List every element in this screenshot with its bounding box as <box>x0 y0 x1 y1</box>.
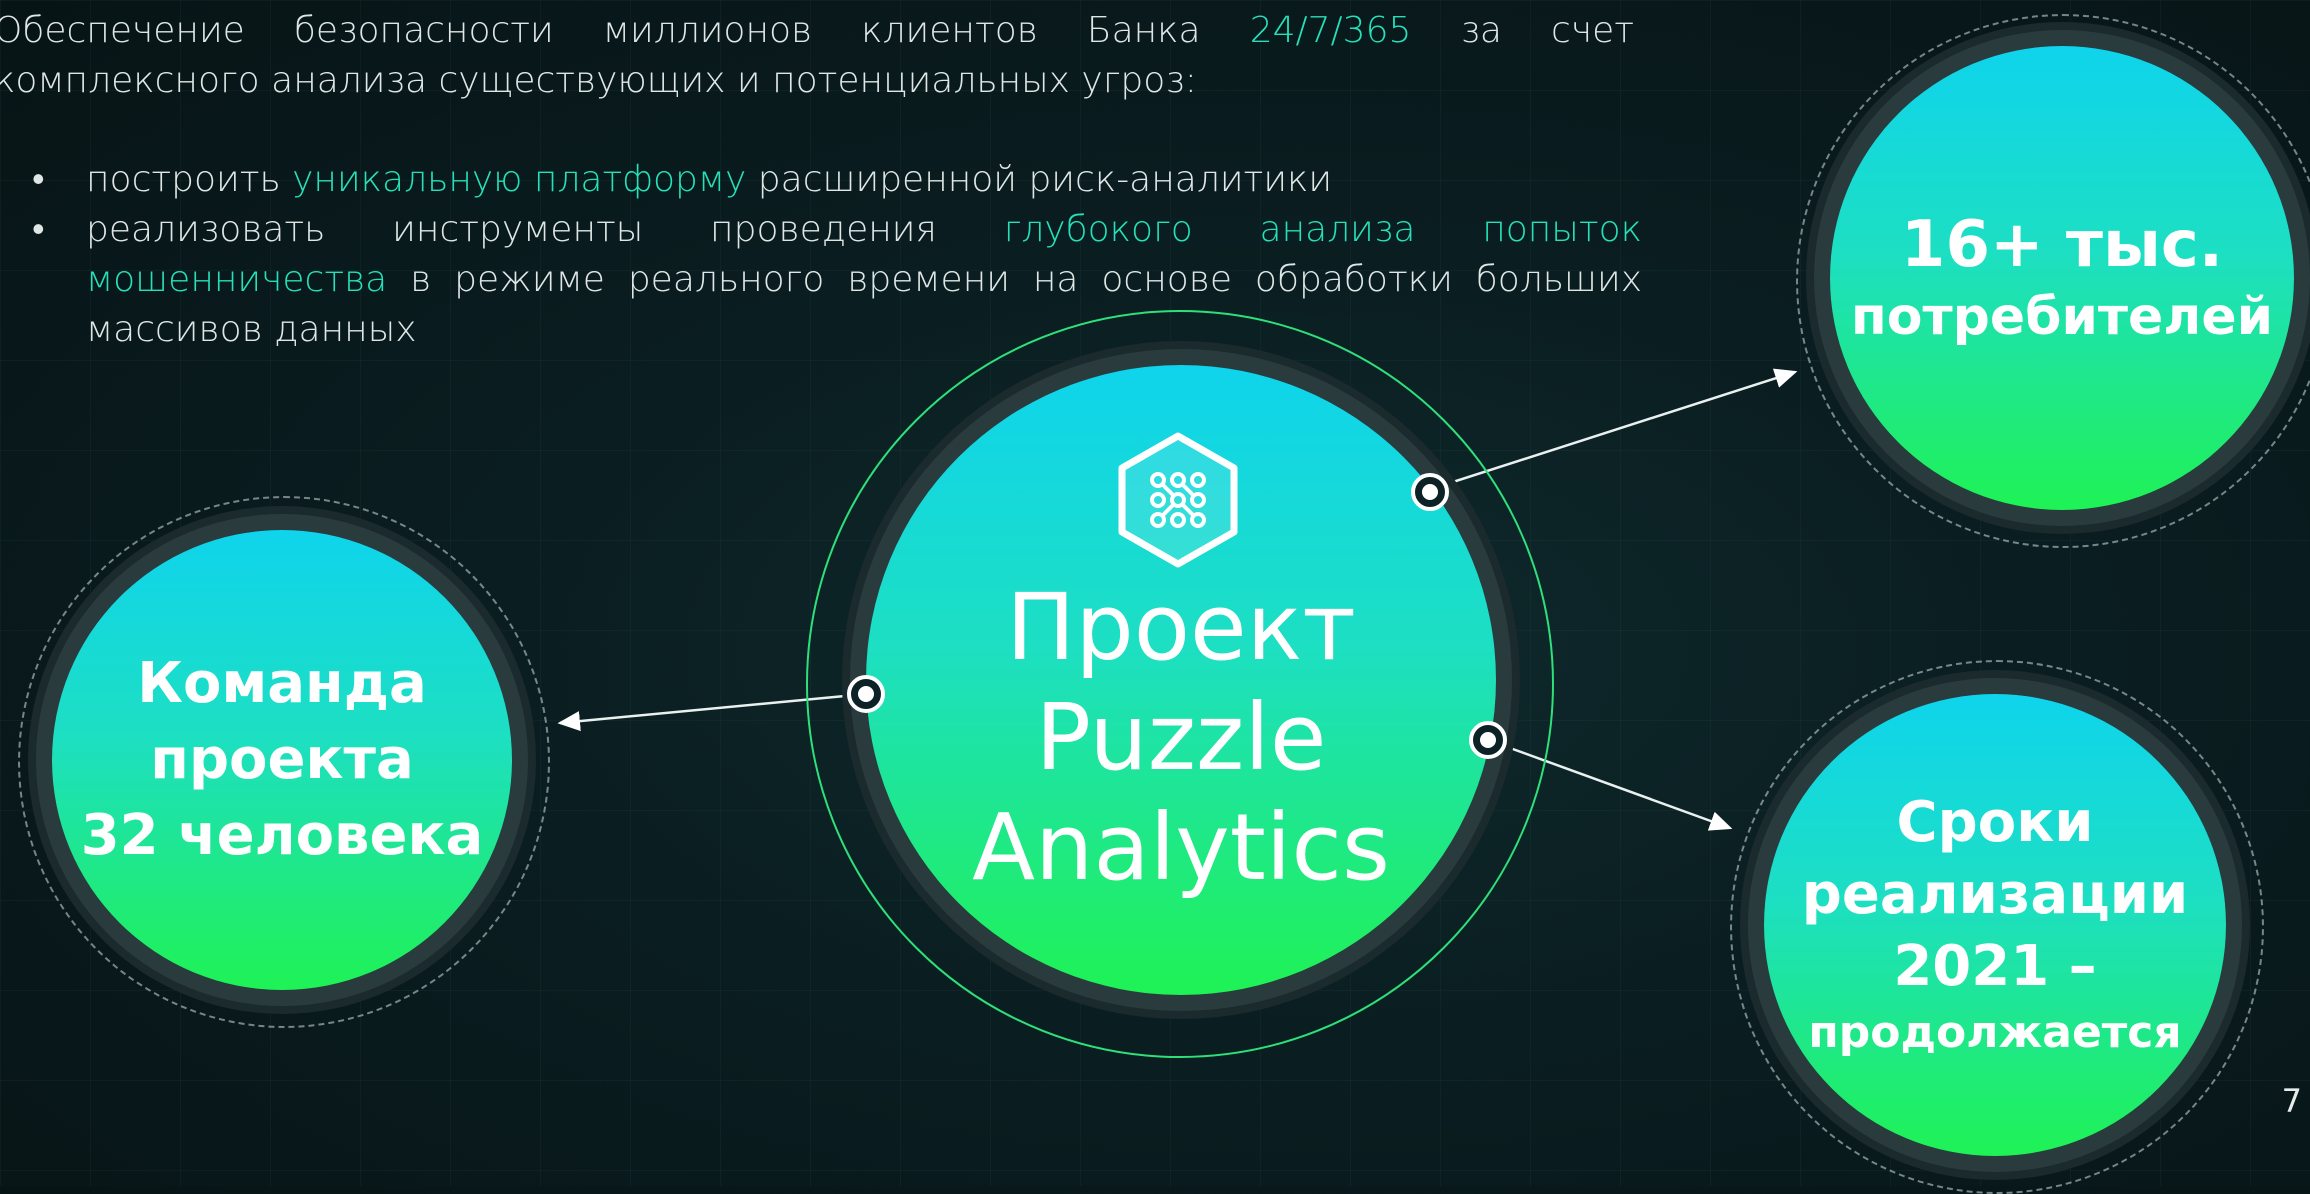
timeline-line4: продолжается <box>1808 1007 2182 1058</box>
timeline-line1: Сроки <box>1896 790 2094 855</box>
team-line1: Команда <box>137 651 427 716</box>
page-number: 7 <box>2281 1082 2302 1120</box>
dot-bottom-right <box>1469 721 1507 759</box>
timeline-line2: реализации <box>1801 862 2189 927</box>
dot-left <box>847 675 885 713</box>
team-line2: проекта <box>150 727 414 792</box>
dot-top-right <box>1411 473 1449 511</box>
timeline-circle: Сроки реализации 2021 – продолжается <box>1764 694 2226 1156</box>
team-line3: 32 человека <box>80 803 484 868</box>
team-circle: Команда проекта 32 человека <box>52 530 512 990</box>
consumers-line2: потребителей <box>1850 287 2274 347</box>
consumers-line1: 16+ тыс. <box>1900 208 2224 282</box>
consumers-circle: 16+ тыс. потребителей <box>1830 46 2294 510</box>
timeline-line3: 2021 – <box>1893 934 2097 999</box>
